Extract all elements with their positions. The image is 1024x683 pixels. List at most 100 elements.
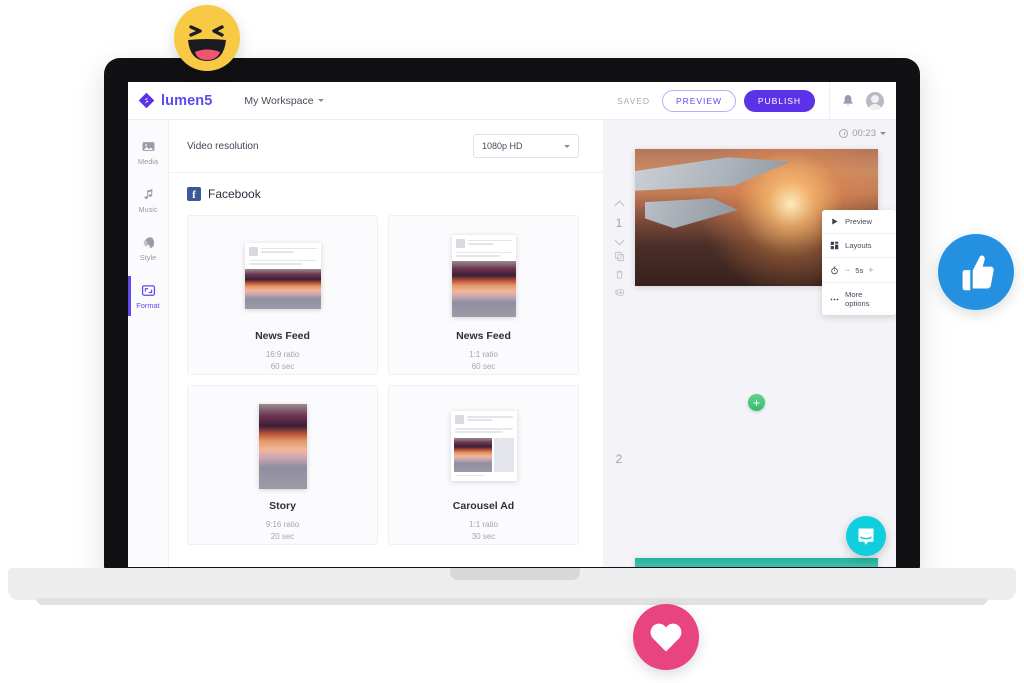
total-duration-value: 00:23 — [852, 128, 876, 139]
thumbnail-wrap — [244, 232, 321, 320]
format-card-duration: 20 sec — [270, 532, 295, 542]
haha-reaction — [174, 5, 240, 71]
music-note-icon — [144, 188, 152, 199]
duration-increment-button[interactable]: + — [868, 265, 873, 275]
scene-duration-stepper: − 5s + — [845, 265, 874, 275]
grid-layouts-icon — [830, 241, 839, 250]
format-card-ratio: 9:16 ratio — [265, 520, 300, 529]
platform-header: f Facebook — [169, 173, 603, 211]
menu-item-label: More options — [845, 290, 870, 308]
play-icon — [832, 218, 838, 225]
header-actions: SAVED PREVIEW PUBLISH — [616, 82, 896, 120]
sidebar-item-music[interactable]: Music — [128, 176, 168, 224]
duplicate-icon[interactable] — [614, 251, 625, 262]
post-thumb-image — [451, 261, 516, 318]
heart-icon — [650, 623, 682, 652]
workspace-selector[interactable]: My Workspace — [244, 94, 324, 107]
sidebar-item-style[interactable]: Style — [128, 224, 168, 272]
transition-icon[interactable] — [614, 287, 625, 298]
post-thumb-header — [245, 243, 321, 260]
ellipsis-icon — [830, 298, 839, 300]
palette-icon — [143, 236, 154, 248]
post-thumb-avatar — [455, 238, 465, 248]
landscape-post-thumb — [244, 242, 321, 310]
carousel-slide-placeholder — [493, 437, 514, 472]
stopwatch-icon — [831, 266, 838, 274]
user-avatar[interactable] — [866, 91, 884, 110]
square-post-thumb — [451, 234, 516, 318]
video-resolution-row: Video resolution 1080p HD — [169, 120, 603, 173]
preview-button[interactable]: PREVIEW — [661, 89, 736, 112]
trash-icon[interactable] — [614, 269, 625, 280]
post-thumb-bars — [451, 428, 517, 437]
video-resolution-label: Video resolution — [187, 140, 259, 152]
saved-status: SAVED — [616, 95, 650, 106]
carousel-post-thumb — [450, 411, 517, 481]
thumbnail-wrap — [450, 402, 517, 490]
format-card-news-feed-1-1[interactable]: News Feed 1:1 ratio 60 sec — [388, 215, 579, 375]
menu-item-label: Preview — [845, 217, 873, 226]
format-card-meta: 16:9 ratio 60 sec — [266, 349, 299, 374]
haha-emoji-icon — [188, 25, 226, 61]
format-card-meta: 1:1 ratio 30 sec — [469, 519, 498, 544]
header-divider — [829, 82, 830, 120]
sidebar-item-label: Style — [139, 252, 157, 262]
lumen5-diamond-logo-icon — [138, 92, 155, 109]
add-scene-label: + — [752, 395, 761, 410]
format-card-carousel-ad[interactable]: Carousel Ad 1:1 ratio 30 sec — [388, 385, 579, 545]
post-thumb-bars — [452, 251, 516, 261]
publish-button[interactable]: PUBLISH — [743, 89, 815, 112]
post-thumb-lines — [466, 415, 513, 422]
duration-value: 5s — [855, 265, 864, 275]
format-card-story[interactable]: Story 9:16 ratio 20 sec — [187, 385, 378, 545]
app-screen: lumen5 My Workspace SAVED PREVIEW PUBLIS… — [128, 82, 896, 567]
format-card-title: Story — [269, 500, 296, 512]
duration-decrement-button[interactable]: − — [845, 265, 850, 275]
storyboard-editor: 00:23 1 Preview Layouts − 5s + More opti… — [603, 120, 896, 567]
scene-2-thumbnail[interactable] — [635, 558, 878, 567]
sidebar-item-label: Format — [136, 300, 160, 310]
airplane-flap-shape — [644, 198, 739, 229]
chevron-up-icon[interactable] — [614, 200, 624, 211]
vertical-story-thumb — [258, 403, 307, 489]
format-card-news-feed-16-9[interactable]: News Feed 16:9 ratio 60 sec — [187, 215, 378, 375]
sidebar-item-format[interactable]: Format — [128, 272, 168, 320]
scene-number: 1 — [615, 216, 623, 230]
scene-number: 2 — [615, 452, 623, 466]
like-reaction — [938, 234, 1014, 310]
post-thumb-avatar — [248, 246, 258, 256]
workspace-label: My Workspace — [244, 94, 314, 107]
format-card-duration: 30 sec — [471, 532, 496, 542]
format-card-grid: News Feed 16:9 ratio 60 sec News Feed 1:… — [169, 211, 603, 555]
carousel-slides — [451, 437, 517, 472]
post-thumb-avatar — [454, 415, 464, 425]
thumbnail-wrap — [258, 402, 307, 490]
total-duration[interactable]: 00:23 — [839, 128, 886, 139]
post-thumb-lines — [467, 239, 512, 246]
bell-icon[interactable] — [840, 93, 856, 109]
sidebar-item-media[interactable]: Media — [128, 128, 168, 176]
format-card-meta: 9:16 ratio 20 sec — [266, 519, 299, 544]
laptop-base-notch — [450, 568, 580, 580]
post-thumb-image — [244, 269, 321, 310]
format-card-ratio: 1:1 ratio — [469, 350, 498, 359]
post-thumb-bars — [245, 259, 321, 269]
format-panel: Video resolution 1080p HD f Facebook New… — [169, 120, 603, 567]
menu-item-preview[interactable]: Preview — [822, 210, 896, 234]
chevron-down-icon[interactable] — [614, 235, 624, 246]
video-resolution-select[interactable]: 1080p HD — [473, 134, 579, 158]
menu-item-duration: − 5s + — [822, 258, 896, 283]
post-thumb-footer-bars — [451, 472, 517, 481]
add-scene-button[interactable]: + — [748, 394, 765, 411]
image-icon — [142, 141, 154, 151]
brand-logo[interactable]: lumen5 — [138, 92, 212, 109]
chat-launcher-button[interactable] — [846, 516, 886, 556]
menu-item-more-options[interactable]: More options — [822, 283, 896, 315]
post-thumb-header — [451, 411, 517, 428]
menu-item-layouts[interactable]: Layouts — [822, 234, 896, 258]
chevron-down-icon — [880, 132, 886, 135]
format-card-meta: 1:1 ratio 60 sec — [469, 349, 498, 374]
chevron-down-icon — [317, 99, 324, 102]
love-reaction — [633, 604, 699, 670]
laptop-base-lip — [36, 598, 988, 605]
